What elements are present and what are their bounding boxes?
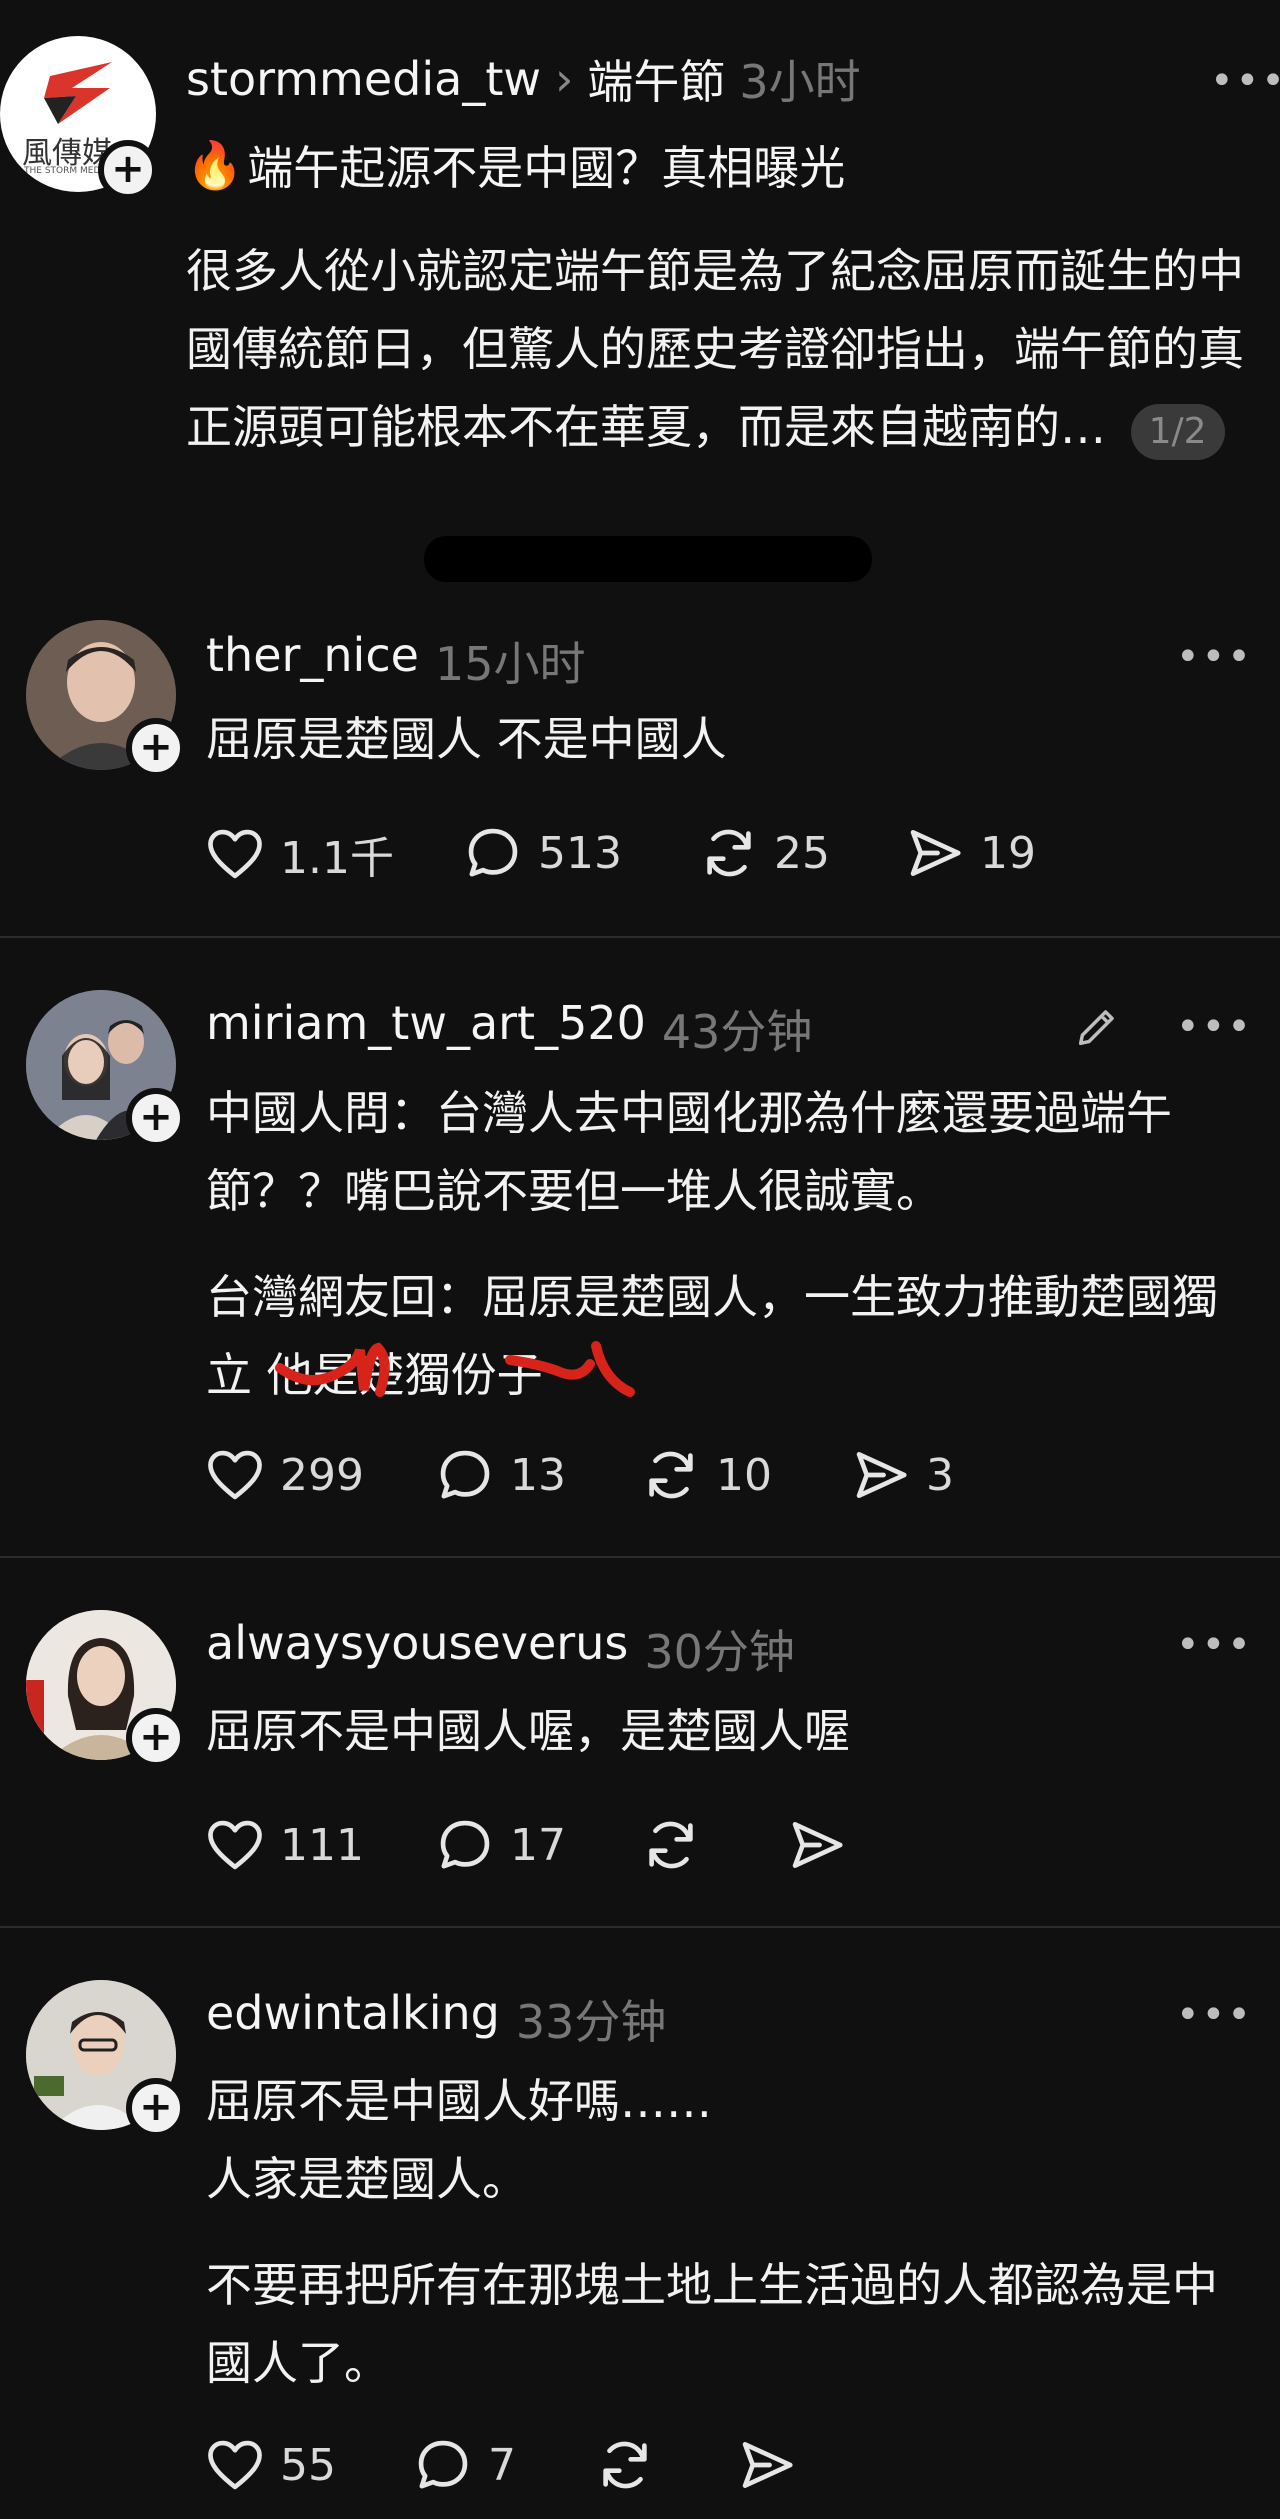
repost-count: 10 — [716, 1449, 772, 1501]
follow-button[interactable]: + — [126, 1708, 186, 1768]
follow-button[interactable]: + — [126, 2078, 186, 2138]
like-count: 299 — [280, 1449, 364, 1501]
edit-pencil-icon[interactable] — [1072, 1000, 1124, 1052]
comment-body: 屈原不是中國人好嗎…… 人家是楚國人。 不要再把所有在那塊土地上生活過的人都認為… — [206, 2062, 1246, 2402]
repost-icon — [649, 1821, 693, 1869]
red-scribble — [275, 1341, 635, 1397]
post-title: 端午起源不是中國？真相曝光 — [247, 141, 846, 195]
comment-text: 屈原不是中國人喔，是楚國人喔 — [206, 1704, 850, 1758]
like-count: 111 — [280, 1819, 364, 1871]
comment-time: 30分钟 — [644, 1625, 795, 1679]
share-button[interactable] — [786, 1814, 862, 1876]
divider — [0, 1926, 1280, 1928]
heart-icon — [208, 1450, 262, 1500]
comment-paragraph: 屈原不是中國人好嗎…… 人家是楚國人。 — [206, 2074, 712, 2206]
repost-icon — [649, 1451, 693, 1499]
logo-subtext: THE STORM MEDIA — [24, 166, 110, 176]
comment-paragraph: 中國人問：台灣人去中國化那為什麼還要過端午節？？嘴巴說不要但一堆人很誠實。 — [206, 1086, 1172, 1218]
share-button[interactable] — [736, 2434, 812, 2496]
repost-button[interactable]: 25 — [698, 822, 830, 884]
comment-icon — [440, 1450, 490, 1499]
reply-button[interactable]: 513 — [462, 822, 622, 884]
comment-username[interactable]: miriam_tw_art_520 — [206, 996, 646, 1062]
post-topic-tag[interactable]: 端午節 — [587, 46, 725, 112]
comment-username[interactable]: ther_nice — [206, 628, 419, 694]
reply-button[interactable]: 7 — [412, 2434, 516, 2496]
follow-button[interactable]: + — [126, 718, 186, 778]
comment-time: 15小时 — [434, 637, 586, 691]
repost-count: 25 — [774, 827, 830, 879]
reply-count: 17 — [510, 1819, 566, 1871]
chevron-right-icon: › — [555, 52, 574, 106]
share-count: 3 — [926, 1449, 954, 1501]
more-options-icon[interactable]: ••• — [1210, 58, 1280, 104]
fire-icon: 🔥 — [186, 137, 244, 192]
comment-username[interactable]: edwintalking — [206, 1986, 500, 2052]
repost-icon — [603, 2441, 647, 2489]
send-icon — [856, 1452, 907, 1498]
more-options-icon[interactable]: ••• — [1176, 634, 1253, 680]
post-username[interactable]: stormmedia_tw — [186, 52, 541, 106]
comment-body: 屈原是楚國人 不是中國人 — [206, 700, 1246, 778]
reply-button[interactable]: 13 — [434, 1444, 566, 1506]
like-count: 1.1千 — [280, 833, 394, 884]
send-icon — [910, 830, 961, 876]
post-body: 很多人從小就認定端午節是為了紀念屈原而誕生的中國傳統節日，但驚人的歷史考證卻指出… — [186, 232, 1256, 466]
send-icon — [742, 2442, 793, 2488]
comment-paragraph: 不要再把所有在那塊土地上生活過的人都認為是中國人了。 — [206, 2258, 1218, 2390]
more-options-icon[interactable]: ••• — [1176, 1622, 1253, 1668]
comment-username[interactable]: alwaysyouseverus — [206, 1616, 628, 1682]
reply-count: 13 — [510, 1449, 566, 1501]
like-count: 55 — [280, 2439, 336, 2491]
comment-icon — [468, 828, 518, 877]
divider — [0, 1556, 1280, 1558]
heart-icon — [208, 2440, 262, 2490]
reply-count: 513 — [538, 827, 622, 879]
repost-button[interactable]: 10 — [640, 1444, 772, 1506]
repost-button[interactable] — [594, 2434, 670, 2496]
redaction-mark — [424, 536, 872, 582]
comment-text: 屈原是楚國人 不是中國人 — [206, 712, 727, 766]
send-icon — [792, 1822, 843, 1868]
reply-count: 7 — [488, 2439, 516, 2491]
comment-body: 屈原不是中國人喔，是楚國人喔 — [206, 1692, 1246, 1770]
repost-icon — [707, 829, 751, 877]
more-options-icon[interactable]: ••• — [1176, 1992, 1253, 2038]
like-button[interactable]: 1.1千 — [204, 822, 394, 886]
heart-icon — [208, 1820, 262, 1870]
comment-icon — [440, 1820, 490, 1869]
more-options-icon[interactable]: ••• — [1176, 1004, 1253, 1050]
follow-button[interactable]: + — [126, 1088, 186, 1148]
like-button[interactable]: 55 — [204, 2434, 336, 2496]
post-time: 3小时 — [739, 55, 861, 109]
share-button[interactable]: 19 — [904, 822, 1036, 884]
reply-button[interactable]: 17 — [434, 1814, 566, 1876]
repost-button[interactable] — [640, 1814, 716, 1876]
divider — [0, 936, 1280, 938]
like-button[interactable]: 299 — [204, 1444, 364, 1506]
post-body-text: 很多人從小就認定端午節是為了紀念屈原而誕生的中國傳統節日，但驚人的歷史考證卻指出… — [186, 244, 1244, 454]
heart-icon — [208, 829, 262, 879]
comment-time: 43分钟 — [661, 1005, 813, 1059]
share-button[interactable]: 3 — [850, 1444, 954, 1506]
comment-time: 33分钟 — [515, 1995, 667, 2049]
like-button[interactable]: 111 — [204, 1814, 364, 1876]
comment-icon — [418, 2440, 468, 2489]
follow-button[interactable]: + — [98, 140, 158, 200]
share-count: 19 — [980, 827, 1036, 879]
page-indicator[interactable]: 1/2 — [1130, 404, 1225, 460]
